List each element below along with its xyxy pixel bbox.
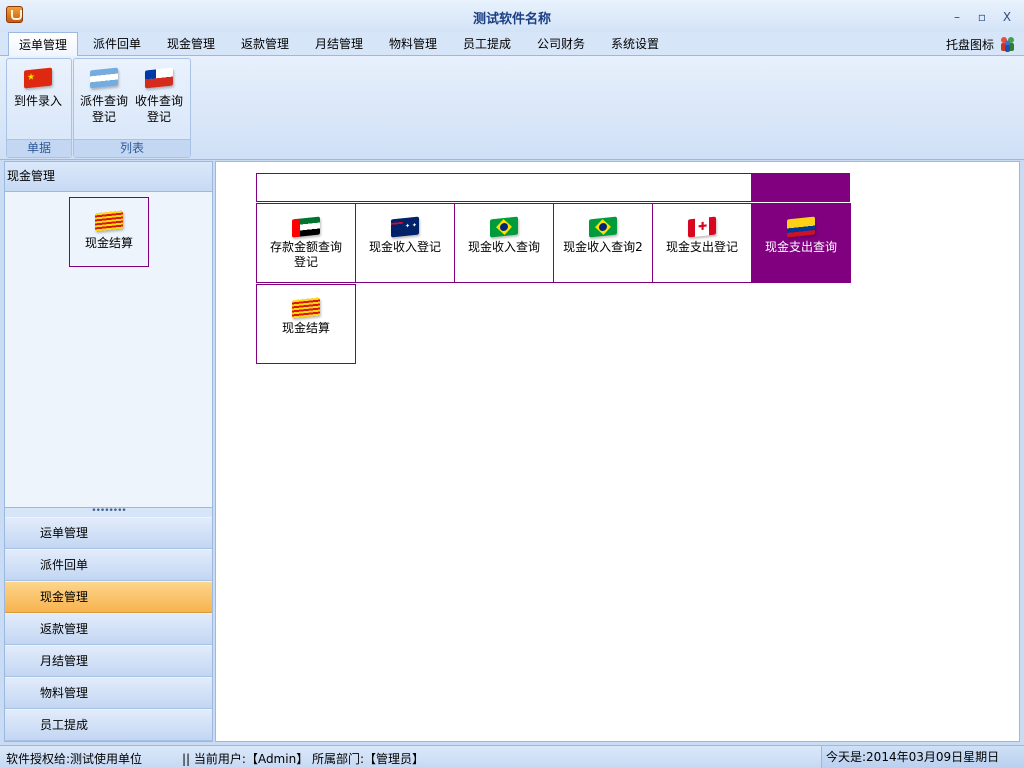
status-user: || 当前用户:【Admin】 所属部门:【管理员】: [182, 752, 425, 766]
nav-item-monthly[interactable]: 月结管理: [5, 646, 212, 677]
status-date: 今天是:2014年03月09日星期日: [821, 746, 1024, 768]
tab-waybill[interactable]: 运单管理: [8, 32, 78, 58]
tile-cash-expense-query[interactable]: 现金支出查询: [751, 203, 851, 283]
argentina-flag-icon: [90, 67, 118, 89]
brazil-flag-icon: [490, 216, 518, 238]
tile-cash-expense-entry[interactable]: 现金支出登记: [652, 203, 752, 283]
tile-label: 现金收入登记: [368, 240, 441, 254]
australia-flag-icon: [391, 216, 419, 238]
search-button[interactable]: [751, 173, 850, 202]
china-flag-icon: [24, 67, 52, 89]
tab-monthly[interactable]: 月结管理: [306, 32, 372, 56]
tile-cash-income-query-2[interactable]: 现金收入查询2: [553, 203, 653, 283]
status-license: 软件授权给:测试使用单位: [6, 752, 143, 766]
arrival-entry-label: 到件录入: [13, 94, 62, 108]
tile-cash-income-entry[interactable]: 现金收入登记: [355, 203, 455, 283]
ribbon-group-lists: 派件查询登记 收件查询登记 列表: [73, 58, 191, 158]
status-bar: 软件授权给:测试使用单位 || 当前用户:【Admin】 所属部门:【管理员】 …: [0, 745, 1024, 768]
title-bar: 测试软件名称 – ▫ X: [0, 0, 1024, 32]
canada-flag-icon: [688, 216, 716, 238]
chile-flag-icon: [145, 67, 173, 89]
catalonia-flag-icon: [95, 210, 123, 232]
tile-cash-settlement[interactable]: 现金结算: [256, 284, 356, 364]
uae-flag-icon: [292, 216, 320, 238]
users-icon[interactable]: [999, 35, 1016, 52]
tab-rebate[interactable]: 返款管理: [232, 32, 298, 56]
nav-item-materials[interactable]: 物料管理: [5, 678, 212, 709]
arrival-entry-button[interactable]: 到件录入: [11, 63, 65, 109]
panel-splitter[interactable]: ••••••••: [5, 507, 212, 517]
nav-item-cash[interactable]: 现金管理: [5, 582, 212, 613]
ribbon: 到件录入 单据 派件查询登记 收件查询登记 列表: [0, 56, 1024, 160]
tile-cash-income-query[interactable]: 现金收入查询: [454, 203, 554, 283]
cash-settlement-label: 现金结算: [84, 236, 133, 250]
nav-item-commission[interactable]: 员工提成: [5, 710, 212, 741]
nav-item-rebate[interactable]: 返款管理: [5, 614, 212, 645]
nav-item-dispatch-receipt[interactable]: 派件回单: [5, 550, 212, 581]
main-content: 存款金额查询登记 现金收入登记 现金收入查询 现金收入查询2 现金支出登记 现金…: [215, 161, 1020, 742]
cash-settlement-shortcut[interactable]: 现金结算: [69, 197, 149, 267]
receive-query-button[interactable]: 收件查询登记: [132, 63, 186, 125]
nav-item-waybill[interactable]: 运单管理: [5, 518, 212, 549]
menu-bar: 运单管理 派件回单 现金管理 返款管理 月结管理 物料管理 员工提成 公司财务 …: [0, 32, 1024, 58]
tray-label[interactable]: 托盘图标: [946, 36, 994, 53]
tile-label: 存款金额查询登记: [269, 240, 342, 269]
tab-cash[interactable]: 现金管理: [158, 32, 224, 56]
tab-company-finance[interactable]: 公司财务: [528, 32, 594, 56]
tile-label: 现金支出登记: [665, 240, 738, 254]
receive-query-label: 收件查询登记: [134, 94, 183, 124]
ribbon-group-documents: 到件录入 单据: [6, 58, 72, 158]
search-input[interactable]: [256, 173, 752, 202]
tab-system-settings[interactable]: 系统设置: [602, 32, 668, 56]
tab-materials[interactable]: 物料管理: [380, 32, 446, 56]
ribbon-group-label: 单据: [7, 139, 71, 157]
left-panel-header: 现金管理: [5, 162, 212, 192]
tile-label: 现金支出查询: [764, 240, 837, 254]
dispatch-query-label: 派件查询登记: [79, 94, 128, 124]
minimize-button[interactable]: –: [948, 9, 966, 25]
window-title: 测试软件名称: [472, 12, 551, 27]
catalonia-flag-icon: [292, 297, 320, 319]
brazil-flag-icon: [589, 216, 617, 238]
tile-label: 现金收入查询: [467, 240, 540, 254]
tab-commission[interactable]: 员工提成: [454, 32, 520, 56]
colombia-flag-icon: [787, 216, 815, 238]
dispatch-query-button[interactable]: 派件查询登记: [77, 63, 131, 125]
ribbon-group-label: 列表: [74, 139, 190, 157]
tab-dispatch-receipt[interactable]: 派件回单: [84, 32, 150, 56]
tile-label: 现金收入查询2: [563, 240, 643, 254]
left-nav-panel: 现金管理 现金结算 •••••••• 运单管理 派件回单 现金管理 返款管理 月…: [4, 161, 213, 742]
maximize-button[interactable]: ▫: [973, 9, 991, 25]
tile-label: 现金结算: [281, 321, 330, 335]
tile-deposit-query[interactable]: 存款金额查询登记: [256, 203, 356, 283]
close-button[interactable]: X: [998, 9, 1016, 25]
